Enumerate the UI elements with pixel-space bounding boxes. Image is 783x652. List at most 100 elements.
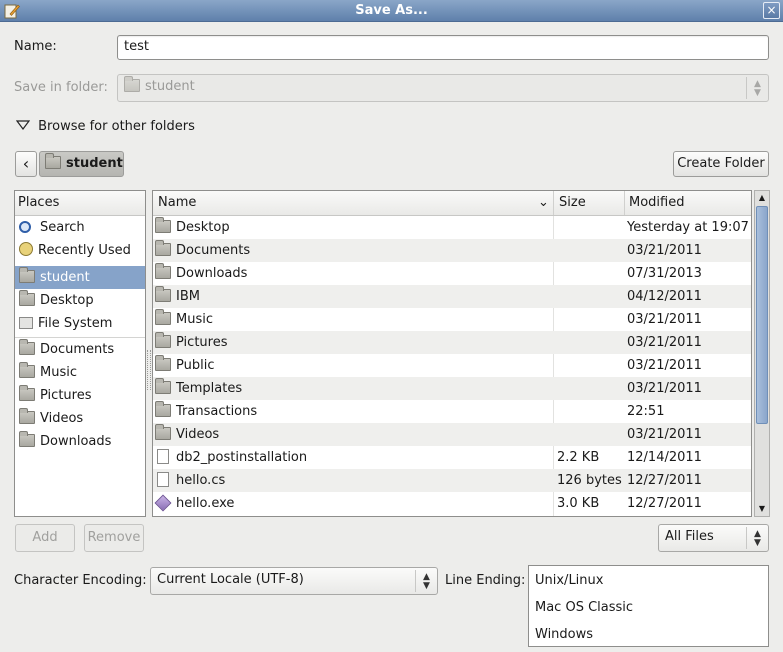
file-name-cell: Documents xyxy=(155,239,550,262)
save-in-folder-label: Save in folder: xyxy=(14,80,108,95)
name-input-value: test xyxy=(124,39,149,54)
file-name: db2_postinstallation xyxy=(176,450,308,465)
file-row[interactable]: hello.exe 3.0 KB 12/27/2011 xyxy=(153,492,751,515)
line-ending-label: Line Ending: xyxy=(445,573,526,588)
place-item-desktop[interactable]: Desktop xyxy=(15,289,145,312)
filesystem-icon xyxy=(19,317,33,329)
file-name-cell: db2_postinstallation xyxy=(155,446,550,469)
place-label: Desktop xyxy=(40,293,94,308)
scroll-up-icon[interactable]: ▲ xyxy=(756,192,768,204)
column-header-name[interactable]: Name ⌄ xyxy=(158,191,553,215)
path-back-button[interactable]: ‹ xyxy=(15,151,37,177)
file-name-cell: Templates xyxy=(155,377,550,400)
file-row[interactable]: Pictures 03/21/2011 xyxy=(153,331,751,354)
sort-indicator-icon: ⌄ xyxy=(538,195,549,210)
home-folder-icon xyxy=(45,153,61,169)
path-button-student[interactable]: student xyxy=(39,151,124,177)
place-label: student xyxy=(40,270,90,285)
file-filter-combo[interactable]: All Files ▲ ▼ xyxy=(658,524,769,552)
remove-button[interactable]: Remove xyxy=(84,524,144,552)
file-name: Videos xyxy=(176,427,220,442)
file-name-cell: Public xyxy=(155,354,550,377)
folder-icon xyxy=(155,286,171,302)
bookmark-item-videos[interactable]: Videos xyxy=(15,407,145,430)
combo-arrows-icon: ▲ ▼ xyxy=(746,77,768,99)
file-name-cell: hello.cs xyxy=(155,469,550,492)
file-name: hello.cs xyxy=(176,473,226,488)
file-row[interactable]: db2_postinstallation 2.2 KB 12/14/2011 xyxy=(153,446,751,469)
file-row[interactable]: Videos 03/21/2011 xyxy=(153,423,751,446)
folder-icon xyxy=(155,424,171,440)
pane-splitter[interactable] xyxy=(147,350,151,390)
file-row[interactable]: Music 03/21/2011 xyxy=(153,308,751,331)
close-button[interactable]: × xyxy=(763,2,780,19)
file-modified-cell: 03/21/2011 xyxy=(627,381,702,396)
character-encoding-combo[interactable]: Current Locale (UTF-8) ▲ ▼ xyxy=(150,567,438,595)
scrollbar-thumb[interactable] xyxy=(756,206,768,424)
file-row[interactable]: hello.cs 126 bytes 12/27/2011 xyxy=(153,469,751,492)
folder-icon xyxy=(155,240,171,256)
file-name: Pictures xyxy=(176,335,228,350)
column-header-modified[interactable]: Modified xyxy=(629,191,684,215)
home-folder-icon xyxy=(19,267,35,283)
folder-icon xyxy=(155,401,171,417)
folder-icon xyxy=(19,408,35,424)
remove-label: Remove xyxy=(87,530,141,545)
folder-icon xyxy=(155,263,171,279)
folder-icon xyxy=(155,378,171,394)
file-name: Transactions xyxy=(176,404,258,419)
place-item-search[interactable]: Search xyxy=(15,216,145,239)
add-button[interactable]: Add xyxy=(15,524,75,552)
chevron-left-icon: ‹ xyxy=(22,154,30,173)
file-name-cell: Transactions xyxy=(155,400,550,423)
bookmark-item-pictures[interactable]: Pictures xyxy=(15,384,145,407)
line-ending-option-windows[interactable]: Windows xyxy=(529,621,768,648)
file-modified-cell: 03/21/2011 xyxy=(627,358,702,373)
file-name-cell: Desktop xyxy=(155,216,550,239)
scroll-down-icon[interactable]: ▼ xyxy=(756,503,768,515)
place-item-recently-used[interactable]: Recently Used xyxy=(15,239,145,262)
place-label: Pictures xyxy=(40,388,92,403)
line-ending-option-unix[interactable]: Unix/Linux xyxy=(529,567,768,594)
place-item-file-system[interactable]: File System xyxy=(15,312,145,335)
file-modified-cell: 07/31/2013 xyxy=(627,266,702,281)
places-header[interactable]: Places xyxy=(15,191,145,216)
bookmark-item-music[interactable]: Music xyxy=(15,361,145,384)
executable-icon xyxy=(154,494,172,512)
file-modified-cell: 12/14/2011 xyxy=(627,450,702,465)
file-row[interactable]: Downloads 07/31/2013 xyxy=(153,262,751,285)
file-row[interactable]: Templates 03/21/2011 xyxy=(153,377,751,400)
file-list-scrollbar[interactable]: ▲ ▼ xyxy=(754,190,770,517)
name-input[interactable]: test xyxy=(117,35,769,60)
file-size-cell: 126 bytes xyxy=(557,473,622,488)
file-modified-cell: 12/27/2011 xyxy=(627,473,702,488)
place-label: Recently Used xyxy=(38,243,131,258)
browse-expander[interactable]: Browse for other folders xyxy=(15,118,195,135)
folder-icon xyxy=(155,332,171,348)
column-name-label: Name xyxy=(158,195,197,210)
place-label: File System xyxy=(38,316,113,331)
folder-icon xyxy=(155,217,171,233)
place-label: Videos xyxy=(40,411,84,426)
file-row[interactable]: Desktop Yesterday at 19:07 xyxy=(153,216,751,239)
folder-icon xyxy=(19,431,35,447)
combo-arrows-icon: ▲ ▼ xyxy=(746,527,768,549)
bookmark-item-downloads[interactable]: Downloads xyxy=(15,430,145,453)
file-size-cell: 3.0 KB xyxy=(557,496,600,511)
create-folder-button[interactable]: Create Folder xyxy=(673,151,769,177)
character-encoding-value: Current Locale (UTF-8) xyxy=(157,572,304,587)
file-name: Music xyxy=(176,312,213,327)
file-row[interactable]: IBM 04/12/2011 xyxy=(153,285,751,308)
file-row[interactable]: Transactions 22:51 xyxy=(153,400,751,423)
file-name: Desktop xyxy=(176,220,230,235)
line-ending-option-mac[interactable]: Mac OS Classic xyxy=(529,594,768,621)
column-header-size[interactable]: Size xyxy=(559,191,586,215)
desktop-folder-icon xyxy=(19,290,35,306)
file-modified-cell: 22:51 xyxy=(627,404,665,419)
folder-icon xyxy=(19,339,35,355)
column-divider xyxy=(624,191,625,215)
file-row[interactable]: Documents 03/21/2011 xyxy=(153,239,751,262)
bookmark-item-documents[interactable]: Documents xyxy=(15,338,145,361)
place-item-student[interactable]: student xyxy=(15,266,145,289)
file-row[interactable]: Public 03/21/2011 xyxy=(153,354,751,377)
